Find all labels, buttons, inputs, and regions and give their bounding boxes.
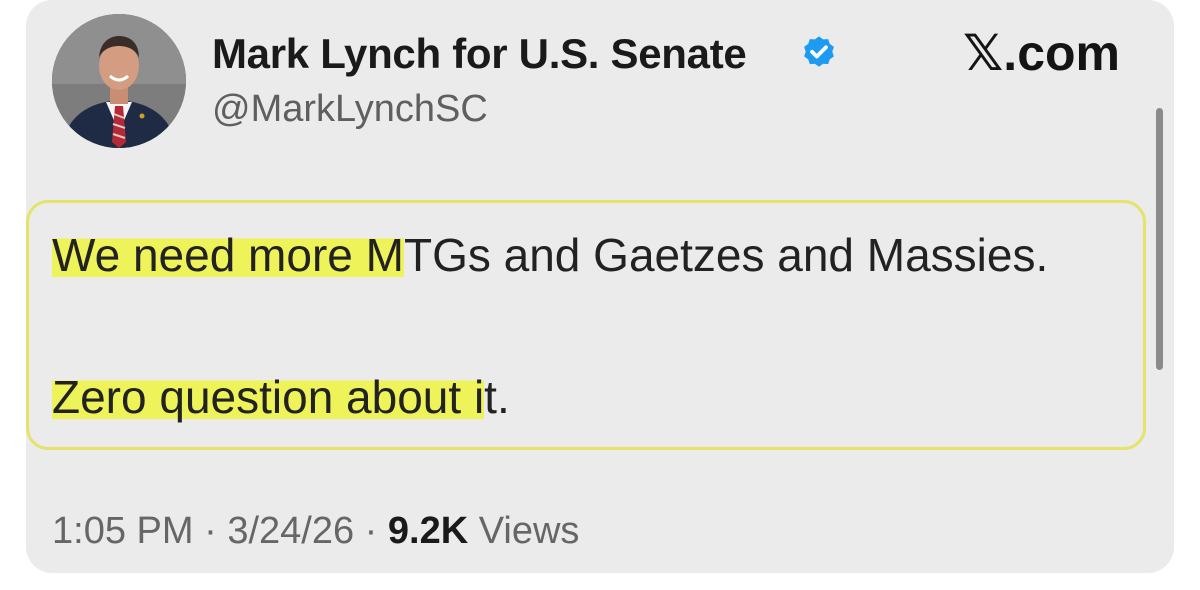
meta-separator: · <box>193 510 228 552</box>
tweet-text-line-2: Zero question about it. <box>52 368 510 426</box>
tweet-card[interactable]: Mark Lynch for U.S. Senate @MarkLynchSC … <box>26 0 1174 573</box>
meta-separator: · <box>354 510 388 552</box>
views-label[interactable]: Views <box>468 510 580 552</box>
site-label: 𝕏.com <box>963 22 1120 84</box>
user-handle[interactable]: @MarkLynchSC <box>212 84 488 134</box>
tweet-text: t. <box>484 371 510 423</box>
verified-badge-icon <box>804 36 834 67</box>
highlighted-text: Zero question about i <box>52 371 485 423</box>
highlighted-text: We need more M <box>52 229 404 281</box>
tweet-date[interactable]: 3/24/26 <box>227 510 354 552</box>
tweet-time[interactable]: 1:05 PM <box>52 510 194 552</box>
avatar[interactable] <box>52 14 186 148</box>
views-count[interactable]: 9.2K <box>388 510 468 552</box>
tweet-meta: 1:05 PM · 3/24/26 · 9.2K Views <box>52 506 579 556</box>
x-logo-icon: 𝕏 <box>963 24 1004 82</box>
site-label-suffix: .com <box>1003 25 1120 81</box>
profile-photo-icon <box>52 14 186 148</box>
tweet-text: TGs and Gaetzes and Massies. <box>403 229 1049 281</box>
display-name[interactable]: Mark Lynch for U.S. Senate <box>212 26 747 82</box>
tweet-text-line-1: We need more MTGs and Gaetzes and Massie… <box>52 226 1048 284</box>
scrollbar[interactable] <box>1156 108 1163 370</box>
